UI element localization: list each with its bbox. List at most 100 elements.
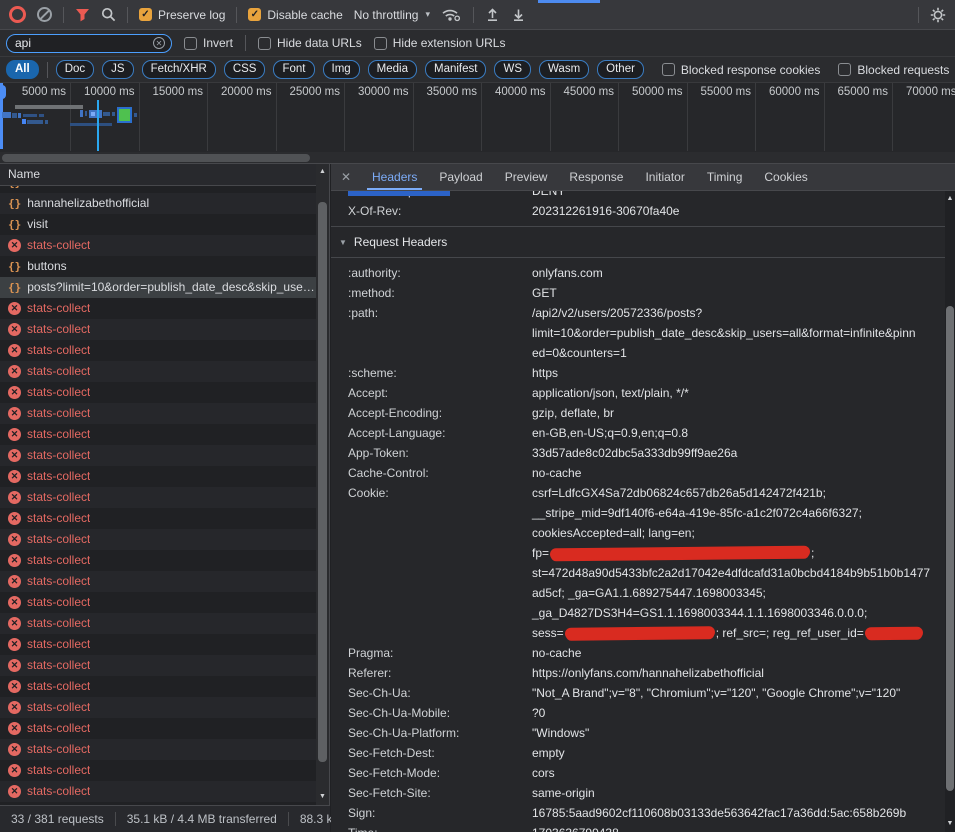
- request-headers-section-header[interactable]: ▼Request Headers: [331, 232, 945, 252]
- request-row[interactable]: {}hannahelizabethofficial: [0, 193, 316, 214]
- filter-option-hide-data-urls[interactable]: ✓Hide data URLs: [258, 36, 362, 50]
- request-row[interactable]: ✕stats-collect: [0, 466, 316, 487]
- timeline-gridline: [276, 83, 277, 151]
- filter-icon[interactable]: [75, 8, 90, 22]
- type-chip-all[interactable]: All: [6, 60, 39, 79]
- name-column-header[interactable]: Name: [0, 164, 329, 186]
- tab-headers[interactable]: Headers: [361, 164, 428, 190]
- request-row[interactable]: ✕stats-collect: [0, 340, 316, 361]
- tab-cookies[interactable]: Cookies: [753, 164, 818, 190]
- request-row[interactable]: ✕stats-collect: [0, 697, 316, 718]
- filter-option-invert[interactable]: ✓Invert: [184, 36, 233, 50]
- request-row[interactable]: {}buttons: [0, 256, 316, 277]
- clear-filter-icon[interactable]: ✕: [153, 37, 165, 49]
- type-chip-img[interactable]: Img: [323, 60, 360, 79]
- type-chip-other[interactable]: Other: [597, 60, 644, 79]
- type-chip-js[interactable]: JS: [102, 60, 133, 79]
- tab-initiator[interactable]: Initiator: [634, 164, 695, 190]
- request-row[interactable]: ✕stats-collect: [0, 235, 316, 256]
- disable-cache-checkbox[interactable]: ✓ Disable cache: [248, 8, 342, 22]
- type-chip-manifest[interactable]: Manifest: [425, 60, 486, 79]
- timeline-tick-label: 45000 ms: [552, 86, 614, 98]
- throttling-select[interactable]: No throttling ▾: [354, 8, 430, 22]
- request-name: stats-collect: [27, 718, 90, 739]
- request-row[interactable]: {}visit: [0, 214, 316, 235]
- export-har-icon[interactable]: [511, 7, 526, 22]
- details-scrollbar[interactable]: ▲ ▼: [945, 191, 955, 832]
- tab-timing[interactable]: Timing: [696, 164, 754, 190]
- settings-gear-icon[interactable]: [930, 7, 946, 23]
- timeline-tick-label: 5000 ms: [4, 86, 66, 98]
- clear-button[interactable]: [37, 7, 52, 22]
- scroll-up-icon[interactable]: ▲: [945, 193, 955, 205]
- record-button[interactable]: [9, 6, 26, 23]
- tab-payload[interactable]: Payload: [428, 164, 493, 190]
- requests-scrollbar-thumb[interactable]: [318, 202, 327, 762]
- request-row[interactable]: ✕stats-collect: [0, 676, 316, 697]
- type-chip-ws[interactable]: WS: [494, 60, 531, 79]
- network-overview[interactable]: 5000 ms10000 ms15000 ms20000 ms25000 ms3…: [0, 83, 955, 164]
- request-row[interactable]: ✕stats-collect: [0, 424, 316, 445]
- request-row[interactable]: ✕stats-collect: [0, 298, 316, 319]
- request-row[interactable]: ✕stats-collect: [0, 382, 316, 403]
- type-chip-media[interactable]: Media: [368, 60, 417, 79]
- scroll-down-icon[interactable]: ▼: [316, 791, 329, 803]
- filter-input[interactable]: api ✕: [6, 34, 172, 53]
- overview-scrollbar-thumb[interactable]: [2, 154, 310, 162]
- type-chip-font[interactable]: Font: [273, 60, 314, 79]
- filter-blocked-requests[interactable]: ✓Blocked requests: [838, 63, 949, 77]
- details-scrollbar-thumb[interactable]: [946, 306, 954, 791]
- request-row[interactable]: ✕stats-collect: [0, 571, 316, 592]
- type-chip-doc[interactable]: Doc: [56, 60, 94, 79]
- import-har-icon[interactable]: [485, 7, 500, 22]
- error-icon: ✕: [8, 344, 21, 357]
- request-row[interactable]: ✕stats-collect: [0, 781, 316, 802]
- request-name: stats-collect: [27, 403, 90, 424]
- close-icon[interactable]: ✕: [331, 170, 361, 184]
- timeline-gridline: [139, 83, 140, 151]
- header-value-line: __stripe_mid=9df140f6-e64a-419e-85fc-a1c…: [532, 503, 931, 523]
- error-icon: ✕: [8, 239, 21, 252]
- preserve-log-checkbox[interactable]: ✓ Preserve log: [139, 8, 225, 22]
- request-row[interactable]: {}posts?limit=10&order=publish_date_desc…: [0, 277, 316, 298]
- header-row: :scheme:https: [331, 363, 945, 383]
- request-row[interactable]: ✕stats-collect: [0, 655, 316, 676]
- overview-horizontal-scrollbar[interactable]: [0, 152, 955, 163]
- scroll-up-icon[interactable]: ▲: [316, 166, 329, 178]
- request-row[interactable]: ✕stats-collect: [0, 760, 316, 781]
- timeline-tick-label: 60000 ms: [758, 86, 820, 98]
- request-row[interactable]: ✕stats-collect: [0, 550, 316, 571]
- filter-option-hide-extension-urls[interactable]: ✓Hide extension URLs: [374, 36, 506, 50]
- requests-scrollbar[interactable]: ▲ ▼: [316, 164, 329, 805]
- tab-response[interactable]: Response: [558, 164, 634, 190]
- error-icon: ✕: [8, 470, 21, 483]
- request-row[interactable]: ✕stats-collect: [0, 361, 316, 382]
- request-row[interactable]: ✕stats-collect: [0, 319, 316, 340]
- tab-preview[interactable]: Preview: [494, 164, 559, 190]
- header-value-line: csrf=LdfcGX4Sa72db06824c657db26a5d142472…: [532, 483, 931, 503]
- request-row[interactable]: ✕stats-collect: [0, 718, 316, 739]
- request-row[interactable]: ✕stats-collect: [0, 508, 316, 529]
- timeline-gridline: [481, 83, 482, 151]
- request-row[interactable]: ✕stats-collect: [0, 634, 316, 655]
- devtools-network-panel: ✓ Preserve log ✓ Disable cache No thrott…: [0, 0, 955, 832]
- network-conditions-icon[interactable]: [441, 7, 462, 22]
- request-row[interactable]: ✕stats-collect: [0, 487, 316, 508]
- type-chip-css[interactable]: CSS: [224, 60, 266, 79]
- request-row[interactable]: ✕stats-collect: [0, 445, 316, 466]
- request-row[interactable]: ✕stats-collect: [0, 613, 316, 634]
- type-chip-fetch-xhr[interactable]: Fetch/XHR: [142, 60, 216, 79]
- checkbox-check-icon: ✓: [139, 8, 152, 21]
- search-icon[interactable]: [101, 7, 116, 22]
- request-row[interactable]: {}init: [0, 186, 316, 193]
- type-chip-wasm[interactable]: Wasm: [539, 60, 589, 79]
- request-row[interactable]: ✕stats-collect: [0, 739, 316, 760]
- filter-blocked-response-cookies[interactable]: ✓Blocked response cookies: [662, 63, 820, 77]
- requests-panel: Name {}init{}hannahelizabethofficial{}vi…: [0, 164, 330, 832]
- request-row[interactable]: ✕stats-collect: [0, 592, 316, 613]
- timeline-gridline: [687, 83, 688, 151]
- request-row[interactable]: ✕stats-collect: [0, 529, 316, 550]
- waterfall-bar: [2, 112, 11, 118]
- scroll-down-icon[interactable]: ▼: [945, 818, 955, 830]
- request-row[interactable]: ✕stats-collect: [0, 403, 316, 424]
